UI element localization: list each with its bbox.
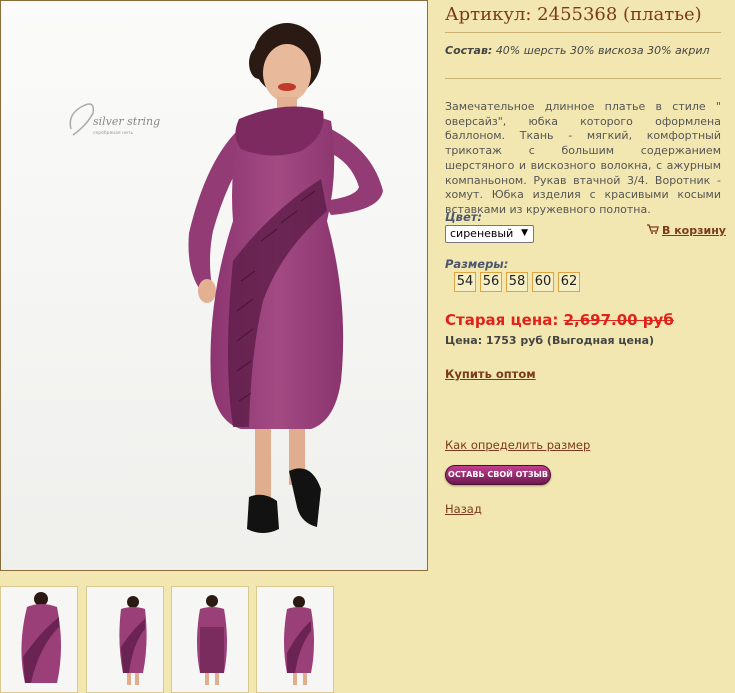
size-option-56[interactable]: 56 — [480, 272, 502, 292]
back-link[interactable]: Назад — [445, 502, 482, 516]
thumbnail-image — [257, 587, 333, 692]
thumbnail-4[interactable] — [256, 586, 334, 693]
color-select[interactable]: сиреневый ▼ — [445, 225, 534, 243]
old-price-label: Старая цена: — [445, 311, 559, 329]
old-price: Старая цена: 2,697.00 руб — [445, 311, 674, 329]
size-option-60[interactable]: 60 — [532, 272, 554, 292]
main-product-photo[interactable]: silver string серебряная нить — [0, 0, 428, 571]
composition-label: Состав: — [445, 44, 493, 57]
size-guide-link[interactable]: Как определить размер — [445, 438, 590, 452]
divider — [445, 32, 721, 33]
add-to-cart-link[interactable]: В корзину — [647, 224, 726, 237]
chevron-down-icon: ▼ — [521, 228, 528, 238]
product-composition: Состав: 40% шерсть 30% вискоза 30% акрил — [445, 44, 723, 57]
brand-logo-subtext: серебряная нить — [93, 130, 134, 136]
thumbnail-1[interactable] — [0, 586, 78, 693]
thumbnail-image — [87, 587, 163, 692]
size-option-62[interactable]: 62 — [558, 272, 580, 292]
color-selected-value: сиреневый — [450, 227, 514, 240]
divider — [445, 78, 721, 79]
thumbnail-image — [1, 587, 77, 692]
product-description: Замечательное длинное платье в стиле " о… — [445, 100, 721, 216]
current-price: Цена: 1753 руб (Выгодная цена) — [445, 334, 655, 347]
buy-wholesale-link[interactable]: Купить оптом — [445, 367, 536, 381]
size-option-54[interactable]: 54 — [454, 272, 476, 292]
composition-value: 40% шерсть 30% вискоза 30% акрил — [495, 44, 710, 57]
sizes-label: Размеры: — [445, 257, 509, 271]
product-title: Артикул: 2455368 (платье) — [445, 4, 702, 25]
add-to-cart-label: В корзину — [662, 224, 726, 237]
color-label: Цвет: — [445, 210, 483, 224]
brand-logo-text: silver string — [93, 115, 160, 128]
thumbnail-image — [172, 587, 248, 692]
thumbnail-3[interactable] — [171, 586, 249, 693]
leave-review-button[interactable]: ОСТАВЬ СВОЙ ОТЗЫВ — [445, 465, 551, 485]
dress-photo-illustration: silver string серебряная нить — [1, 1, 427, 570]
thumbnail-2[interactable] — [86, 586, 164, 693]
old-price-value: 2,697.00 руб — [563, 311, 674, 329]
cart-icon — [647, 224, 659, 237]
size-option-58[interactable]: 58 — [506, 272, 528, 292]
